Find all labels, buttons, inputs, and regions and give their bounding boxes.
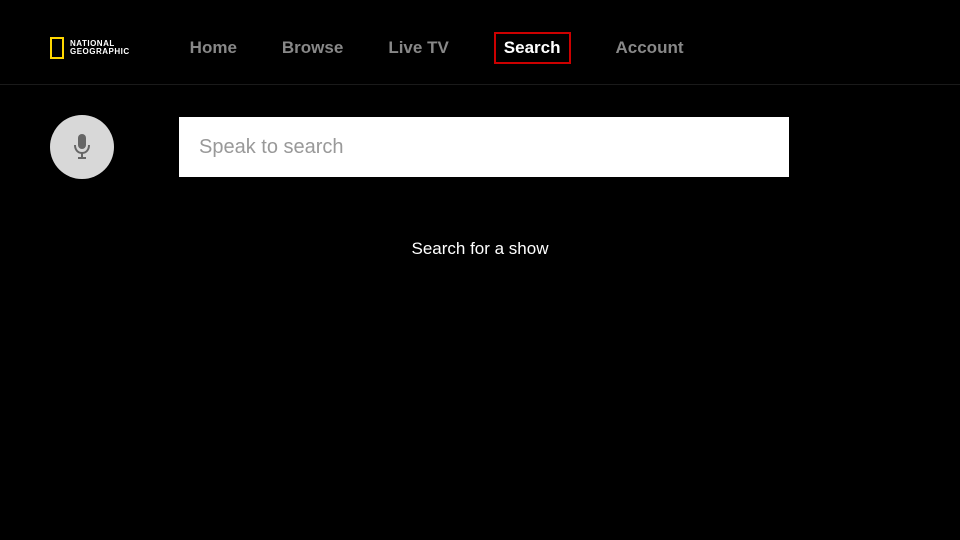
logo-frame-icon (50, 37, 64, 59)
logo-text-line2: GEOGRAPHIC (70, 48, 130, 56)
search-area (0, 85, 960, 179)
voice-search-button[interactable] (50, 115, 114, 179)
nav-home[interactable]: Home (190, 38, 237, 58)
header: NATIONAL GEOGRAPHIC Home Browse Live TV … (0, 0, 960, 85)
nav-account[interactable]: Account (616, 38, 684, 58)
nav-search[interactable]: Search (494, 32, 571, 64)
microphone-icon (71, 132, 93, 162)
nav-browse[interactable]: Browse (282, 38, 343, 58)
nav-live-tv[interactable]: Live TV (388, 38, 448, 58)
brand-logo[interactable]: NATIONAL GEOGRAPHIC (50, 37, 130, 59)
logo-text: NATIONAL GEOGRAPHIC (70, 40, 130, 56)
main-nav: Home Browse Live TV Search Account (190, 32, 684, 64)
search-input[interactable] (179, 117, 789, 177)
search-prompt: Search for a show (0, 239, 960, 259)
